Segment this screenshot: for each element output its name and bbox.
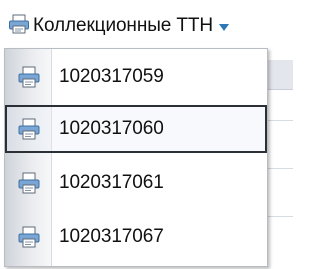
- background-grid-line: [268, 120, 293, 121]
- menu-item-selected[interactable]: 1020317060: [5, 105, 267, 153]
- background-grid-header: [268, 60, 293, 90]
- printer-icon: [8, 14, 30, 39]
- menu-item-label: 1020317067: [59, 226, 164, 247]
- dropdown-menu: 1020317059 1020317060 1020317061 1020317…: [4, 48, 268, 267]
- printer-icon: [9, 172, 49, 194]
- app-root: Коллекционные ТТН 1020317059 1020317060 …: [0, 0, 293, 269]
- collection-ttn-menu-button[interactable]: Коллекционные ТТН: [8, 11, 230, 41]
- background-grid-line: [268, 168, 293, 169]
- menu-item[interactable]: 1020317059: [5, 53, 267, 101]
- printer-icon: [9, 118, 49, 140]
- menu-item-label: 1020317059: [59, 66, 164, 87]
- menu-title: Коллекционные ТТН: [33, 15, 214, 36]
- chevron-down-icon: [219, 23, 230, 31]
- menu-item-label: 1020317060: [59, 118, 164, 139]
- menu-item-label: 1020317061: [59, 172, 164, 193]
- printer-icon: [9, 226, 49, 248]
- printer-icon: [9, 66, 49, 88]
- menu-item[interactable]: 1020317061: [5, 159, 267, 207]
- menu-item[interactable]: 1020317067: [5, 213, 267, 261]
- background-grid-line: [268, 216, 293, 217]
